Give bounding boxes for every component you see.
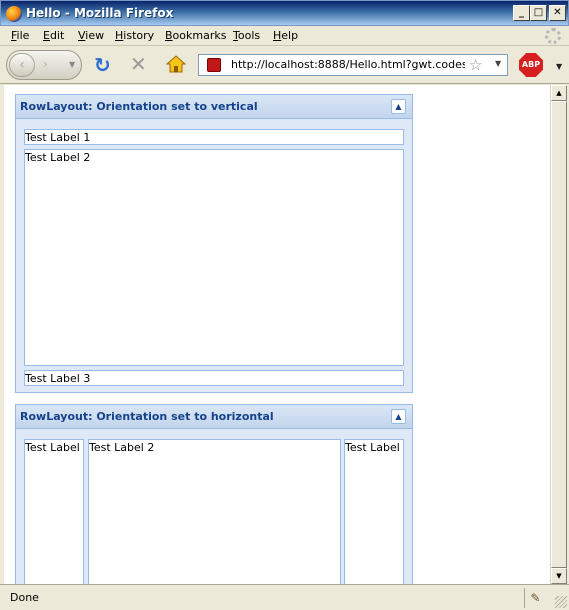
status-text: Done bbox=[10, 591, 39, 604]
stop-icon[interactable]: ✕ bbox=[130, 54, 147, 74]
collapse-icon[interactable]: ▲ bbox=[391, 99, 406, 114]
panel-title: RowLayout: Orientation set to horizontal bbox=[20, 410, 274, 423]
back-forward-group: ‹ › ▼ bbox=[6, 50, 82, 80]
maximize-button[interactable]: □ bbox=[530, 5, 547, 21]
menu-file[interactable]: File bbox=[11, 29, 29, 42]
menu-bar: File Edit View History Bookmarks Tools H… bbox=[0, 26, 569, 46]
throbber-icon bbox=[545, 28, 561, 44]
page-content: RowLayout: Orientation set to vertical ▲… bbox=[4, 85, 550, 584]
horizontal-rowlayout-panel: RowLayout: Orientation set to horizontal… bbox=[15, 404, 413, 584]
back-arrow-icon[interactable]: ‹ bbox=[9, 53, 35, 77]
scroll-thumb[interactable] bbox=[551, 101, 567, 568]
test-label-1: Test Label 1 bbox=[24, 439, 84, 584]
menu-edit[interactable]: Edit bbox=[43, 29, 64, 42]
url-input[interactable]: http://localhost:8888/Hello.html?gwt.cod… bbox=[231, 58, 465, 71]
scroll-down-icon[interactable]: ▼ bbox=[551, 568, 567, 584]
home-icon[interactable] bbox=[166, 54, 186, 74]
minimize-button[interactable]: _ bbox=[513, 5, 530, 21]
firefox-icon bbox=[6, 6, 22, 22]
panel-title: RowLayout: Orientation set to vertical bbox=[20, 100, 258, 113]
window-title: Hello - Mozilla Firefox bbox=[26, 6, 174, 20]
menu-bookmarks[interactable]: Bookmarks bbox=[165, 29, 226, 42]
panel-header: RowLayout: Orientation set to vertical ▲ bbox=[16, 95, 412, 119]
menu-history[interactable]: History bbox=[115, 29, 154, 42]
collapse-icon[interactable]: ▲ bbox=[391, 409, 406, 424]
url-dropdown-icon[interactable]: ▼ bbox=[495, 59, 501, 68]
test-label-3: Test Label 3 bbox=[24, 370, 404, 386]
panel-header: RowLayout: Orientation set to horizontal… bbox=[16, 405, 412, 429]
vertical-rowlayout-panel: RowLayout: Orientation set to vertical ▲… bbox=[15, 94, 413, 393]
vertical-scrollbar[interactable]: ▲ ▼ bbox=[550, 85, 567, 584]
forward-arrow-icon[interactable]: › bbox=[43, 57, 48, 71]
history-dropdown-icon[interactable]: ▼ bbox=[69, 60, 75, 69]
test-label-3: Test Label 3 bbox=[344, 439, 404, 584]
star-icon[interactable]: ☆ bbox=[469, 56, 482, 74]
close-button[interactable]: ✕ bbox=[549, 5, 566, 21]
menu-help[interactable]: Help bbox=[273, 29, 298, 42]
window-titlebar[interactable]: Hello - Mozilla Firefox _ □ ✕ bbox=[0, 0, 569, 26]
test-label-2: Test Label 2 bbox=[88, 439, 341, 584]
test-label-2: Test Label 2 bbox=[24, 149, 404, 366]
menu-tools[interactable]: Tools bbox=[233, 29, 260, 42]
adblock-dropdown-icon[interactable]: ▼ bbox=[556, 62, 562, 71]
scroll-up-icon[interactable]: ▲ bbox=[551, 85, 567, 101]
navigation-toolbar: ‹ › ▼ ↻ ✕ http://localhost:8888/Hello.ht… bbox=[0, 46, 569, 84]
reload-icon[interactable]: ↻ bbox=[94, 55, 111, 75]
menu-view[interactable]: View bbox=[78, 29, 104, 42]
site-favicon-icon bbox=[207, 58, 221, 72]
gwt-plugin-icon[interactable]: ✎ bbox=[524, 588, 546, 608]
adblock-icon[interactable]: ABP bbox=[519, 53, 543, 77]
url-bar[interactable]: http://localhost:8888/Hello.html?gwt.cod… bbox=[198, 54, 508, 76]
resize-grip-icon[interactable] bbox=[555, 596, 567, 608]
test-label-1: Test Label 1 bbox=[24, 129, 404, 145]
status-bar: Done ✎ bbox=[0, 584, 569, 610]
